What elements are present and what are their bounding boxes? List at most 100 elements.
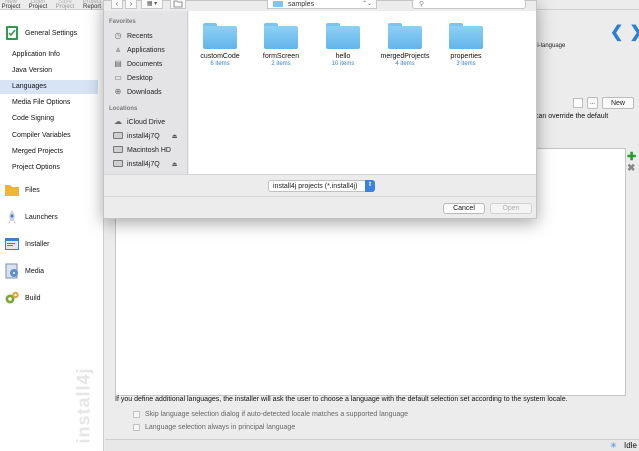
eject-icon[interactable]: ⏏: [172, 161, 178, 168]
skip-language-dialog-option[interactable]: Skip language selection dialog if auto-d…: [133, 411, 408, 418]
page-navigation: ❮❯: [604, 22, 639, 42]
dialog-forward-button[interactable]: ›: [125, 0, 137, 9]
principal-language-checkbox[interactable]: [133, 424, 140, 431]
checklist-icon: [4, 25, 20, 41]
sidebar-files[interactable]: Files: [0, 179, 103, 201]
open-button[interactable]: Open: [490, 203, 532, 214]
skip-language-dialog-label: Skip language selection dialog if auto-d…: [145, 411, 409, 418]
folder-item-hello[interactable]: hello 10 items: [313, 23, 373, 67]
new-project-button[interactable]: New Project: [0, 0, 22, 10]
sidebar-item-code-signing[interactable]: Code Signing: [0, 112, 98, 126]
folder-icon: [264, 23, 298, 49]
location-macintosh-hd[interactable]: Macintosh HD: [113, 144, 171, 156]
location-label: samples: [288, 1, 315, 8]
download-icon: ⊕: [114, 87, 122, 96]
favorite-label: Recents: [127, 32, 153, 40]
folder-item-properties[interactable]: properties 3 items: [436, 23, 496, 67]
eject-icon[interactable]: ⏏: [172, 133, 178, 140]
location-label: iCloud Drive: [127, 118, 166, 126]
sidebar-item-project-options[interactable]: Project Options: [0, 161, 98, 175]
sidebar-general-settings[interactable]: General Settings: [0, 22, 103, 44]
principal-language-option[interactable]: Language selection always in principal l…: [133, 424, 295, 431]
cloud-icon: ☁: [114, 117, 122, 126]
disk-icon: [113, 160, 123, 168]
folder-icon: [203, 23, 237, 49]
folder-name: mergedProjects: [380, 53, 430, 60]
search-icon: ⚲: [419, 1, 425, 8]
sidebar-item-merged-projects[interactable]: Merged Projects: [0, 145, 98, 159]
sidebar-item-application-info[interactable]: Application Info: [0, 48, 98, 62]
location-icloud-drive[interactable]: ☁ iCloud Drive: [113, 116, 165, 128]
dialog-back-button[interactable]: ‹: [111, 0, 123, 9]
sidebar-item-compiler-variables[interactable]: Compiler Variables: [0, 129, 98, 143]
favorite-label: Desktop: [127, 74, 153, 82]
skip-language-dialog-checkbox[interactable]: [133, 411, 140, 418]
sidebar-item-label: Merged Projects: [12, 148, 63, 155]
sidebar-item-languages[interactable]: Languages: [0, 80, 98, 94]
sidebar-media[interactable]: Media: [0, 260, 103, 282]
favorite-label: Documents: [127, 60, 163, 68]
languages-info-text: If you define additional languages, the …: [115, 396, 568, 403]
favorite-desktop[interactable]: ▭ Desktop: [113, 72, 153, 84]
folder-item-mergedprojects[interactable]: mergedProjects 4 items: [375, 23, 435, 67]
launchers-label: Launchers: [25, 213, 58, 221]
browse-button[interactable]: ...: [587, 97, 598, 109]
file-type-label: install4j projects (*.install4j): [273, 183, 358, 190]
folder-icon: [4, 182, 20, 198]
sidebar-item-java-version[interactable]: Java Version: [0, 64, 98, 78]
folder-name: properties: [450, 53, 482, 60]
sidebar-launchers[interactable]: Launchers: [0, 206, 103, 228]
forward-arrow-icon[interactable]: ❯: [629, 24, 639, 41]
folder-icon: [449, 23, 483, 49]
media-label: Media: [25, 267, 45, 275]
snowflake-icon: ✳: [610, 441, 617, 450]
installer-label: Installer: [25, 240, 50, 248]
favorite-documents[interactable]: ▤ Documents: [113, 58, 162, 70]
favorite-downloads[interactable]: ⊕ Downloads: [113, 86, 162, 98]
watermark-text: install4j: [73, 367, 94, 444]
save-project-button[interactable]: Save Project: [53, 0, 77, 10]
desktop-icon: ▭: [114, 73, 122, 82]
sidebar-installer[interactable]: Installer: [0, 233, 103, 255]
open-project-dialog: ‹ › ▦ ▾ samples ⌃⌄ ⚲ Favorites ◷ Recents…: [103, 0, 537, 219]
sidebar-item-label: Code Signing: [12, 115, 55, 122]
dialog-search-field[interactable]: ⚲: [412, 0, 526, 9]
folder-item-count: 4 items: [395, 61, 415, 67]
location-dropdown[interactable]: samples ⌃⌄: [267, 0, 377, 9]
cancel-button[interactable]: Cancel: [443, 203, 485, 214]
grid-view-icon: ▦ ▾: [146, 1, 158, 7]
folder-item-customcode[interactable]: customCode 6 items: [190, 23, 250, 67]
updown-chevron-icon: ⌃⌄: [361, 1, 372, 7]
view-mode-button[interactable]: ▦ ▾: [141, 0, 163, 9]
location-install4j-volume-1[interactable]: install4j7Q ⏏: [113, 130, 177, 142]
favorite-applications[interactable]: ⩓ Applications: [113, 44, 165, 56]
favorite-recents[interactable]: ◷ Recents: [113, 30, 153, 42]
general-settings-label: General Settings: [25, 29, 78, 37]
project-report-button[interactable]: Project Report: [80, 0, 104, 10]
principal-language-label: Language selection always in principal l…: [145, 424, 296, 431]
sidebar-item-media-file-options[interactable]: Media File Options: [0, 96, 98, 110]
folder-item-formscreen[interactable]: formScreen 2 items: [251, 23, 311, 67]
sidebar-build[interactable]: Build: [0, 287, 103, 309]
location-label: Macintosh HD: [127, 146, 171, 154]
file-type-select[interactable]: install4j projects (*.install4j) ⇕: [268, 180, 375, 192]
new-folder-button[interactable]: [170, 0, 186, 9]
sidebar-item-label: Languages: [12, 83, 47, 90]
folder-item-count: 2 items: [271, 61, 291, 67]
favorite-label: Applications: [127, 46, 165, 54]
language-input[interactable]: [573, 98, 583, 108]
updown-chevron-icon: ⇕: [365, 180, 375, 192]
open-project-button[interactable]: Open Project: [26, 0, 50, 10]
new-button[interactable]: New: [602, 97, 634, 109]
folder-outline-icon: [173, 0, 183, 8]
location-label: install4j7Q: [127, 132, 160, 140]
media-icon: [4, 263, 20, 279]
add-language-icon[interactable]: ✚: [627, 150, 636, 163]
status-bar: ✳ Idle: [105, 439, 639, 451]
location-install4j-volume-2[interactable]: install4j7Q ⏏: [113, 158, 177, 170]
remove-language-icon[interactable]: ✖: [627, 163, 635, 174]
folder-item-count: 10 items: [331, 61, 355, 67]
back-arrow-icon[interactable]: ❮: [610, 24, 623, 41]
files-label: Files: [25, 186, 40, 194]
dialog-sidebar: Favorites ◷ Recents ⩓ Applications ▤ Doc…: [104, 11, 188, 174]
